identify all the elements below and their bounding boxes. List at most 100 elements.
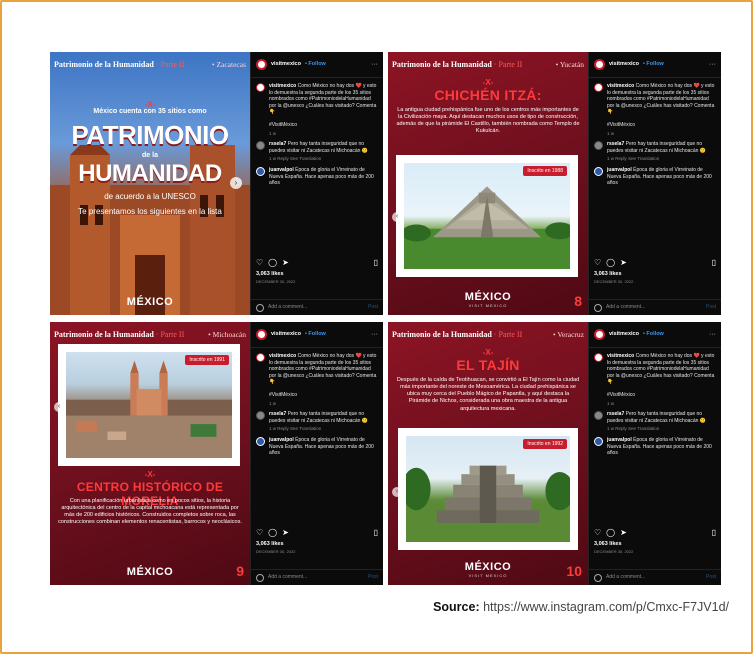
site-photo-stamp: Inscrito en 1991 [58,344,240,466]
heart-icon[interactable]: ♡ [256,528,263,538]
share-icon[interactable]: ➤ [282,258,289,268]
more-options-icon[interactable]: ··· [371,330,378,339]
part-label: · Parte II [155,59,185,69]
avatar[interactable] [256,411,265,421]
bookmark-icon[interactable]: ▯ [712,528,716,538]
account-name[interactable]: visitmexico [609,331,639,338]
more-options-icon[interactable]: ··· [709,330,716,339]
avatar[interactable] [256,437,265,447]
comment-input[interactable]: Add a comment... [606,304,645,311]
slide-header: Patrimonio de la Humanidad · Parte II • … [54,329,246,339]
comment-icon[interactable]: ◯ [606,528,615,538]
caption: visitmexico Como México no hay dos ❤️ y … [256,83,378,136]
prev-arrow-icon[interactable]: ‹ [54,402,64,412]
site-description: Con una planificación urbanística como e… [58,498,242,526]
x-ornament: -X- [144,470,156,479]
avatar[interactable] [594,411,603,421]
add-comment-bar[interactable]: Add a comment... Post [589,299,721,315]
more-options-icon[interactable]: ··· [709,60,716,69]
avatar[interactable] [594,329,605,340]
emoji-icon[interactable] [256,303,264,312]
caption: visitmexico Como México no hay dos ❤️ y … [594,353,716,406]
comment-input[interactable]: Add a comment... [268,304,307,311]
avatar[interactable] [594,141,603,151]
site-description: La antigua ciudad prehispánica fue uno d… [396,107,580,135]
avatar[interactable] [594,353,603,362]
follow-button[interactable]: • Follow [305,331,326,338]
comment-icon[interactable]: ◯ [268,528,277,538]
avatar[interactable] [594,83,603,92]
instagram-sidebar: visitmexico • Follow ··· visitmexico Com… [588,52,721,315]
account-name[interactable]: visitmexico [271,331,301,338]
share-icon[interactable]: ➤ [282,528,289,538]
region-label: • Michoacán [208,329,246,339]
post-button[interactable]: Post [706,304,716,311]
comment-input[interactable]: Add a comment... [606,574,645,581]
avatar[interactable] [256,141,265,151]
comment-icon[interactable]: ◯ [268,258,277,268]
more-options-icon[interactable]: ··· [371,60,378,69]
post-screenshot-4: Patrimonio de la Humanidad · Parte II • … [388,322,721,585]
avatar[interactable] [256,59,267,70]
bookmark-icon[interactable]: ▯ [712,258,716,268]
x-ornament: -X- [482,348,494,357]
figure-frame: Patrimonio de la Humanidad · Parte II • … [0,0,753,654]
region-label: • Zacatecas [211,59,246,69]
account-name[interactable]: visitmexico [271,61,301,68]
post-header: visitmexico • Follow ··· [251,322,383,348]
emoji-icon[interactable] [256,573,264,582]
carousel-slide[interactable]: Patrimonio de la Humanidad · Parte II • … [50,322,250,585]
heart-icon[interactable]: ♡ [256,258,263,268]
post-button[interactable]: Post [368,574,378,581]
heart-icon[interactable]: ♡ [594,258,601,268]
carousel-slide[interactable]: Patrimonio de la Humanidad · Parte II • … [50,52,250,315]
prev-arrow-icon[interactable]: ‹ [392,487,402,497]
follow-button[interactable]: • Follow [643,61,664,68]
brand-logo: MÉXICO [126,566,174,578]
pyramid-of-niches-illustration [406,465,570,542]
avatar[interactable] [594,59,605,70]
avatar[interactable] [256,353,265,362]
share-icon[interactable]: ➤ [620,528,627,538]
post-date: DECEMBER 30, 2022 [594,279,634,284]
comment-icon[interactable]: ◯ [606,258,615,268]
post-button[interactable]: Post [368,304,378,311]
likes-count[interactable]: 3,063 likes [256,271,284,278]
add-comment-bar[interactable]: Add a comment... Post [251,569,383,585]
likes-count[interactable]: 3,063 likes [594,271,622,278]
add-comment-bar[interactable]: Add a comment... Post [589,569,721,585]
heart-icon[interactable]: ♡ [594,528,601,538]
headline-humanidad: HUMANIDAD [78,160,222,187]
share-icon[interactable]: ➤ [620,258,627,268]
post-date: DECEMBER 30, 2022 [256,279,296,284]
comment-input[interactable]: Add a comment... [268,574,307,581]
prev-arrow-icon[interactable]: ‹ [392,212,402,222]
unesco-text: de acuerdo a la UNESCO [104,192,196,201]
brand-logo: MÉXICO VISIT MEXICO [464,561,512,578]
add-comment-bar[interactable]: Add a comment... Post [251,299,383,315]
avatar[interactable] [594,167,603,177]
page-number: 9 [236,563,244,579]
bookmark-icon[interactable]: ▯ [374,528,378,538]
follow-button[interactable]: • Follow [305,61,326,68]
slide-header: Patrimonio de la Humanidad · Parte II • … [54,58,246,70]
avatar[interactable] [256,329,267,340]
follow-button[interactable]: • Follow [643,331,664,338]
comment: juanvalpol Época de gloria el Virreinato… [594,437,716,457]
avatar[interactable] [256,83,265,92]
account-name[interactable]: visitmexico [609,61,639,68]
avatar[interactable] [256,167,265,177]
source-caption: Source: https://www.instagram.com/p/Cmxc… [433,600,729,614]
avatar[interactable] [594,437,603,447]
emoji-icon[interactable] [594,303,602,312]
carousel-slide[interactable]: Patrimonio de la Humanidad · Parte II • … [388,52,588,315]
bookmark-icon[interactable]: ▯ [374,258,378,268]
likes-count[interactable]: 3,063 likes [594,541,622,548]
likes-count[interactable]: 3,063 likes [256,541,284,548]
emoji-icon[interactable] [594,573,602,582]
carousel-slide[interactable]: Patrimonio de la Humanidad · Parte II • … [388,322,588,585]
post-button[interactable]: Post [706,574,716,581]
next-arrow-icon[interactable]: › [230,177,242,189]
source-url[interactable]: https://www.instagram.com/p/Cmxc-F7JV1d/ [483,600,729,614]
inscription-badge: Inscrito en 1988 [523,166,567,176]
